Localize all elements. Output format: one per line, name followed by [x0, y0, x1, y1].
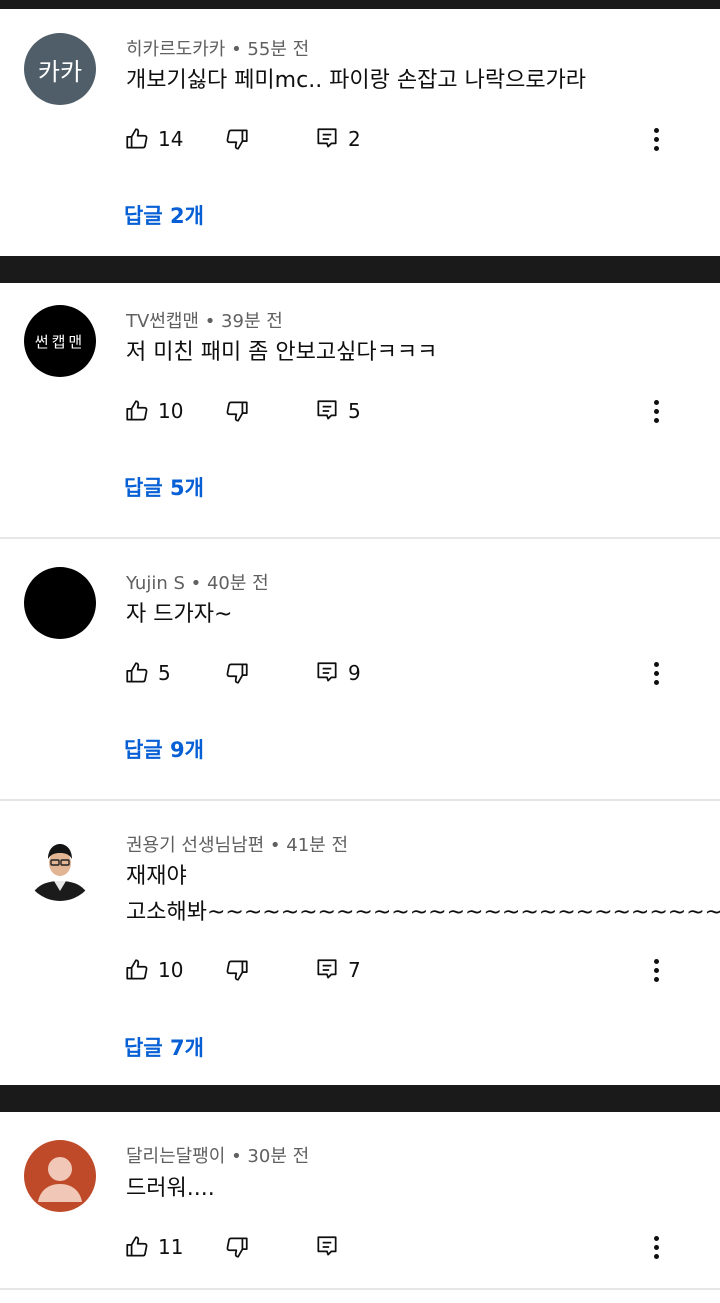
comment-actions: 11 — [124, 1230, 684, 1264]
reply-count: 9 — [348, 661, 361, 685]
avatar-text: 썬캡맨 — [34, 332, 86, 351]
person-photo-icon — [24, 829, 96, 901]
avatar[interactable] — [24, 567, 96, 639]
avatar[interactable]: 썬캡맨 — [24, 305, 96, 377]
avatar[interactable] — [24, 829, 96, 901]
like-count: 10 — [158, 958, 184, 982]
thumbs-up-icon — [126, 662, 148, 683]
dislike-button[interactable] — [224, 656, 250, 690]
comment-actions: 14 2 — [124, 122, 684, 156]
more-options-icon[interactable] — [650, 394, 662, 428]
comment-actions: 10 7 — [124, 953, 684, 987]
top-divider-bar — [0, 0, 720, 9]
divider-line — [0, 799, 720, 801]
view-replies-link[interactable]: 답글 5개 — [124, 472, 204, 502]
view-replies-link[interactable]: 답글 9개 — [124, 734, 204, 764]
reply-button[interactable]: 5 — [314, 394, 361, 428]
dislike-button[interactable] — [224, 953, 250, 987]
reply-count: 7 — [348, 958, 361, 982]
more-options-icon[interactable] — [650, 122, 662, 156]
like-count: 10 — [158, 399, 184, 423]
divider-bar — [0, 1085, 720, 1112]
dislike-button[interactable] — [224, 122, 250, 156]
view-replies-link[interactable]: 답글 7개 — [124, 1032, 204, 1062]
comment-meta: 권용기 선생님남편 • 41분 전 — [126, 835, 349, 856]
like-count: 5 — [158, 661, 171, 685]
thumbs-down-icon — [226, 1237, 248, 1258]
comment-actions: 5 9 — [124, 656, 684, 690]
comment-icon — [317, 959, 337, 979]
comment-icon — [317, 1236, 337, 1256]
reply-count: 5 — [348, 399, 361, 423]
avatar[interactable] — [24, 1140, 96, 1212]
like-count: 14 — [158, 127, 184, 151]
thumbs-down-icon — [226, 960, 248, 981]
comment-icon — [317, 400, 337, 420]
reply-button[interactable]: 2 — [314, 122, 361, 156]
dislike-button[interactable] — [224, 394, 250, 428]
comment-meta: 달리는달팽이 • 30분 전 — [126, 1146, 310, 1167]
divider-line — [0, 1288, 720, 1290]
like-button[interactable]: 10 — [124, 394, 183, 428]
like-button[interactable]: 11 — [124, 1230, 183, 1264]
more-options-icon[interactable] — [650, 656, 662, 690]
default-user-icon — [38, 1157, 82, 1202]
like-button[interactable]: 5 — [124, 656, 171, 690]
reply-button[interactable] — [314, 1230, 340, 1264]
thumbs-down-icon — [226, 663, 248, 684]
comment-meta: TV썬캡맨 • 39분 전 — [126, 311, 283, 332]
comment-text: 저 미친 패미 좀 안보고싶다ㅋㅋㅋ — [126, 340, 438, 365]
comment-text: 개보기싫다 페미mc.. 파이랑 손잡고 나락으로가라 — [126, 68, 587, 93]
more-options-icon[interactable] — [650, 1230, 662, 1264]
thumbs-down-icon — [226, 129, 248, 150]
comment-text: 고소해봐~~~~~~~~~~~~~~~~~~~~~~~~~~~~ — [126, 900, 720, 925]
comment-text: 자 드가자~ — [126, 602, 233, 627]
thumbs-up-icon — [126, 400, 148, 421]
comment-icon — [317, 128, 337, 148]
reply-button[interactable]: 7 — [314, 953, 361, 987]
divider-line — [0, 537, 720, 539]
comment-icon — [317, 662, 337, 682]
thumbs-down-icon — [226, 401, 248, 422]
dislike-button[interactable] — [224, 1230, 250, 1264]
thumbs-up-icon — [126, 1236, 148, 1257]
avatar[interactable]: 카카 — [24, 33, 96, 105]
more-options-icon[interactable] — [650, 953, 662, 987]
divider-bar — [0, 256, 720, 283]
like-button[interactable]: 10 — [124, 953, 183, 987]
reply-button[interactable]: 9 — [314, 656, 361, 690]
reply-count: 2 — [348, 127, 361, 151]
comment-meta: 히카르도카카 • 55분 전 — [126, 39, 310, 60]
view-replies-link[interactable]: 답글 2개 — [124, 200, 204, 230]
comment-meta: Yujin S • 40분 전 — [126, 573, 269, 594]
comment-actions: 10 5 — [124, 394, 684, 428]
like-button[interactable]: 14 — [124, 122, 183, 156]
thumbs-up-icon — [126, 128, 148, 149]
thumbs-up-icon — [126, 959, 148, 980]
comment-text: 드러워.... — [126, 1176, 215, 1201]
like-count: 11 — [158, 1235, 184, 1259]
comment-text: 재재야 — [126, 864, 187, 889]
avatar-text: 카카 — [37, 57, 83, 86]
